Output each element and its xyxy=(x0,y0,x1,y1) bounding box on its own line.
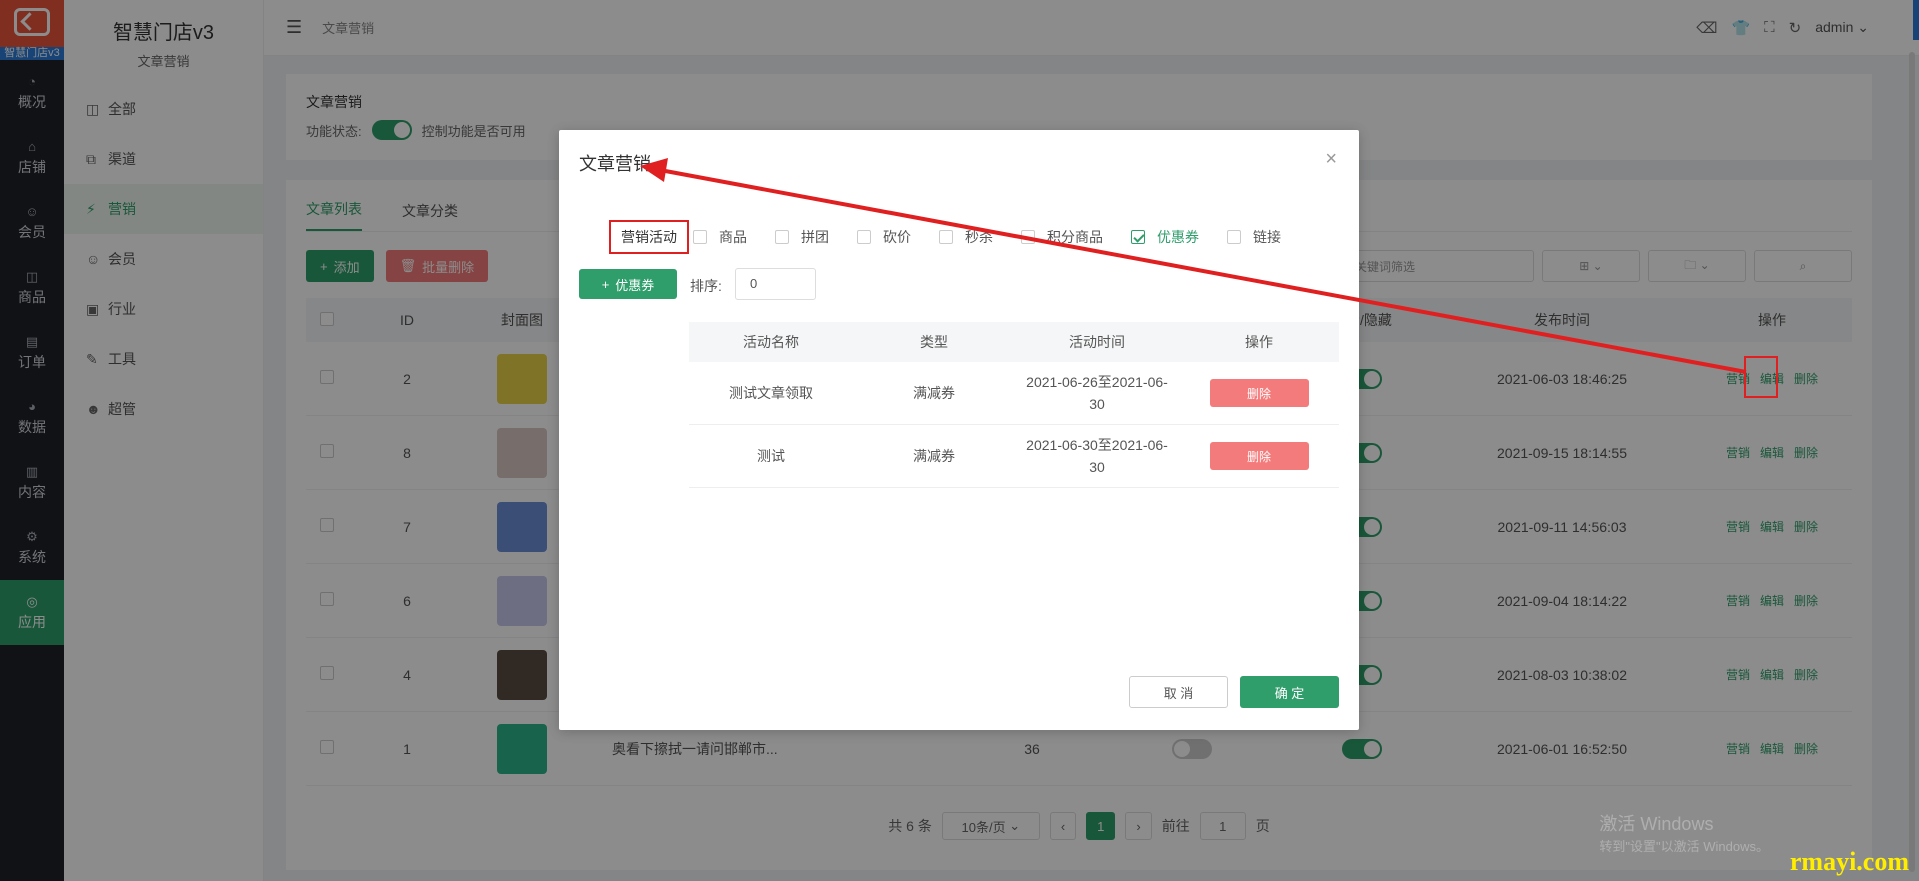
activity-time-line1: 2021-06-26至2021-06- xyxy=(1026,374,1168,390)
option-label: 砍价 xyxy=(883,229,911,245)
add-coupon-label: 优惠券 xyxy=(615,277,655,293)
option-label: 优惠券 xyxy=(1157,229,1199,245)
option-marketing-activity-highlighted[interactable]: 营销活动 xyxy=(609,220,689,254)
cancel-button[interactable]: 取 消 xyxy=(1129,676,1228,708)
option-label: 拼团 xyxy=(801,229,829,245)
col-operation: 操作 xyxy=(1245,334,1273,350)
option-2[interactable]: 拼团 xyxy=(775,227,829,247)
activity-time: 2021-06-30至2021-06- 30 xyxy=(1015,434,1179,478)
activity-time: 2021-06-26至2021-06- 30 xyxy=(1015,371,1179,415)
option-checkbox[interactable] xyxy=(1021,230,1035,244)
option-checkbox[interactable] xyxy=(939,230,953,244)
option-label: 营销活动 xyxy=(621,229,677,245)
option-label: 商品 xyxy=(719,229,747,245)
option-label: 链接 xyxy=(1253,229,1281,245)
coupon-table: 活动名称 类型 活动时间 操作 测试文章领取 满减券 2021-06-26至20… xyxy=(689,322,1339,488)
coupon-table-header: 活动名称 类型 活动时间 操作 xyxy=(689,322,1339,362)
option-1[interactable]: 商品 xyxy=(693,227,747,247)
article-marketing-dialog: 文章营销 × 营销活动 商品 拼团 砍价 秒杀 积分商品 优惠券 链接 + 优惠券 排序: 0 … xyxy=(559,130,1359,730)
option-5[interactable]: 积分商品 xyxy=(1021,227,1103,247)
option-checkbox[interactable] xyxy=(693,230,707,244)
confirm-button[interactable]: 确 定 xyxy=(1240,676,1339,708)
site-watermark: rmayi.com xyxy=(1789,847,1909,876)
activity-time-line2: 30 xyxy=(1089,396,1105,412)
coupon-row: 测试 满减券 2021-06-30至2021-06- 30 删除 xyxy=(689,425,1339,488)
marketing-type-options: 营销活动 商品 拼团 砍价 秒杀 积分商品 优惠券 链接 xyxy=(609,220,1309,254)
annotation-highlight-box xyxy=(1744,356,1778,398)
option-checkbox[interactable] xyxy=(857,230,871,244)
coupon-row: 测试文章领取 满减券 2021-06-26至2021-06- 30 删除 xyxy=(689,362,1339,425)
option-label: 秒杀 xyxy=(965,229,993,245)
option-7[interactable]: 链接 xyxy=(1227,227,1281,247)
activity-name: 测试 xyxy=(757,448,785,464)
close-icon[interactable]: × xyxy=(1325,148,1337,171)
delete-coupon-button[interactable]: 删除 xyxy=(1209,379,1309,407)
col-activity-time: 活动时间 xyxy=(1069,334,1125,350)
option-4[interactable]: 秒杀 xyxy=(939,227,993,247)
sort-input[interactable]: 0 xyxy=(735,268,816,300)
activity-type: 满减券 xyxy=(913,385,955,401)
delete-coupon-button[interactable]: 删除 xyxy=(1209,442,1309,470)
activity-time-line2: 30 xyxy=(1089,459,1105,475)
option-checkbox[interactable] xyxy=(1131,230,1145,244)
option-checkbox[interactable] xyxy=(775,230,789,244)
watermark-line2: 转到"设置"以激活 Windows。 xyxy=(1599,839,1769,854)
add-coupon-button[interactable]: + 优惠券 xyxy=(579,269,677,299)
option-label: 积分商品 xyxy=(1047,229,1103,245)
activity-name: 测试文章领取 xyxy=(729,385,813,401)
windows-activation-watermark: 激活 Windows 转到"设置"以激活 Windows。 xyxy=(1599,810,1769,855)
dialog-title: 文章营销 xyxy=(579,154,651,174)
col-activity-name: 活动名称 xyxy=(743,334,799,350)
watermark-line1: 激活 Windows xyxy=(1599,814,1714,834)
activity-time-line1: 2021-06-30至2021-06- xyxy=(1026,437,1168,453)
option-checkbox[interactable] xyxy=(1227,230,1241,244)
col-type: 类型 xyxy=(920,334,948,350)
activity-type: 满减券 xyxy=(913,448,955,464)
plus-icon: + xyxy=(601,276,610,292)
option-3[interactable]: 砍价 xyxy=(857,227,911,247)
sort-label: 排序: xyxy=(690,278,722,294)
option-6[interactable]: 优惠券 xyxy=(1131,227,1199,247)
